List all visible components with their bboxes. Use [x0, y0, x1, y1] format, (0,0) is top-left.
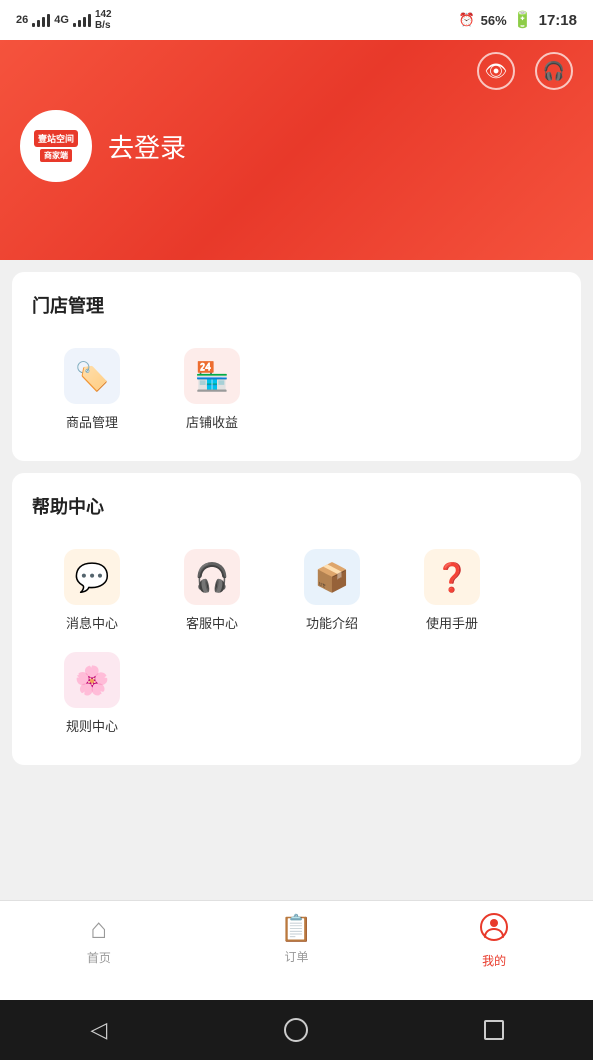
store-icon: 🏪 — [195, 360, 230, 393]
message-center-item[interactable]: 💬 消息中心 — [32, 539, 152, 642]
mine-tab-label: 我的 — [482, 952, 506, 969]
product-management-item[interactable]: 🏷️ 商品管理 — [32, 338, 152, 441]
store-income-icon-bg: 🏪 — [184, 348, 240, 404]
help-center-card: 帮助中心 💬 消息中心 🎧 客服中心 📦 功能介绍 — [12, 473, 581, 765]
store-management-title: 门店管理 — [32, 292, 561, 318]
mine-tab-icon — [480, 913, 508, 948]
tab-mine[interactable]: 我的 — [395, 913, 593, 969]
feature-icon: 📦 — [315, 561, 350, 594]
header-banner: 👁 🎧 壹站空间 商家端 去登录 — [0, 40, 593, 260]
status-right: ⏰ 56% 🔋 17:18 — [458, 10, 577, 30]
feature-intro-icon-bg: 📦 — [304, 549, 360, 605]
message-center-icon-bg: 💬 — [64, 549, 120, 605]
recent-icon — [484, 1020, 504, 1040]
header-user-section: 壹站空间 商家端 去登录 — [0, 90, 593, 182]
customer-service-icon: 🎧 — [195, 561, 230, 594]
logo-top-text: 壹站空间 — [34, 130, 78, 147]
logo-bottom-text: 商家端 — [40, 149, 72, 162]
network-type: 4G — [54, 14, 69, 26]
home-tab-label: 首页 — [87, 949, 111, 966]
home-nav-icon — [284, 1018, 308, 1042]
home-nav-button[interactable] — [276, 1010, 316, 1050]
status-left: 26 4G 142B/s — [16, 9, 112, 31]
help-center-title: 帮助中心 — [32, 493, 561, 519]
home-tab-icon: ⌂ — [90, 913, 107, 945]
status-bar: 26 4G 142B/s ⏰ 56% 🔋 17:18 — [0, 0, 593, 40]
customer-service-label: 客服中心 — [186, 613, 238, 632]
android-nav-bar: ◁ — [0, 1000, 593, 1060]
tag-icon: 🏷️ — [75, 360, 110, 393]
rules-center-item[interactable]: 🌸 规则中心 — [32, 642, 152, 745]
battery-icon: 🔋 — [513, 10, 533, 30]
tab-bar: ⌂ 首页 📋 订单 我的 — [0, 900, 593, 1000]
tab-home[interactable]: ⌂ 首页 — [0, 913, 198, 966]
status-time-left: 26 — [16, 14, 28, 26]
store-income-item[interactable]: 🏪 店铺收益 — [152, 338, 272, 441]
feature-intro-label: 功能介绍 — [306, 613, 358, 632]
rules-center-label: 规则中心 — [66, 716, 118, 735]
alarm-icon: ⏰ — [458, 12, 474, 28]
product-management-icon-bg: 🏷️ — [64, 348, 120, 404]
back-icon: ◁ — [90, 1017, 107, 1043]
tab-orders[interactable]: 📋 订单 — [198, 913, 396, 965]
customer-service-item[interactable]: 🎧 客服中心 — [152, 539, 272, 642]
store-management-grid: 🏷️ 商品管理 🏪 店铺收益 — [32, 338, 561, 441]
customer-service-icon-bg: 🎧 — [184, 549, 240, 605]
headphone-icon: 🎧 — [543, 61, 565, 82]
back-button[interactable]: ◁ — [79, 1010, 119, 1050]
manual-icon: ❓ — [435, 561, 470, 594]
rules-center-icon-bg: 🌸 — [64, 652, 120, 708]
orders-tab-icon: 📋 — [280, 913, 312, 944]
signal-bars-2 — [73, 13, 91, 27]
user-manual-item[interactable]: ❓ 使用手册 — [392, 539, 512, 642]
feature-intro-item[interactable]: 📦 功能介绍 — [272, 539, 392, 642]
recent-button[interactable] — [474, 1010, 514, 1050]
rules-icon: 🌸 — [75, 664, 110, 697]
message-center-label: 消息中心 — [66, 613, 118, 632]
store-income-label: 店铺收益 — [186, 412, 238, 431]
user-manual-label: 使用手册 — [426, 613, 478, 632]
user-manual-icon-bg: ❓ — [424, 549, 480, 605]
headphone-button[interactable]: 🎧 — [535, 52, 573, 90]
signal-bars-1 — [32, 13, 50, 27]
header-action-icons: 👁 🎧 — [0, 40, 593, 90]
data-speed: 142B/s — [95, 9, 112, 31]
eye-icon: 👁 — [485, 61, 508, 82]
eye-button[interactable]: 👁 — [477, 52, 515, 90]
battery-text: 56% — [481, 13, 507, 28]
clock-time: 17:18 — [539, 12, 577, 29]
help-center-grid: 💬 消息中心 🎧 客服中心 📦 功能介绍 ❓ 使用手册 — [32, 539, 561, 745]
message-icon: 💬 — [75, 561, 110, 594]
store-management-card: 门店管理 🏷️ 商品管理 🏪 店铺收益 — [12, 272, 581, 461]
login-button[interactable]: 去登录 — [108, 128, 186, 165]
brand-logo: 壹站空间 商家端 — [20, 110, 92, 182]
product-management-label: 商品管理 — [66, 412, 118, 431]
orders-tab-label: 订单 — [285, 948, 309, 965]
main-content: 门店管理 🏷️ 商品管理 🏪 店铺收益 帮助中心 💬 — [0, 260, 593, 900]
